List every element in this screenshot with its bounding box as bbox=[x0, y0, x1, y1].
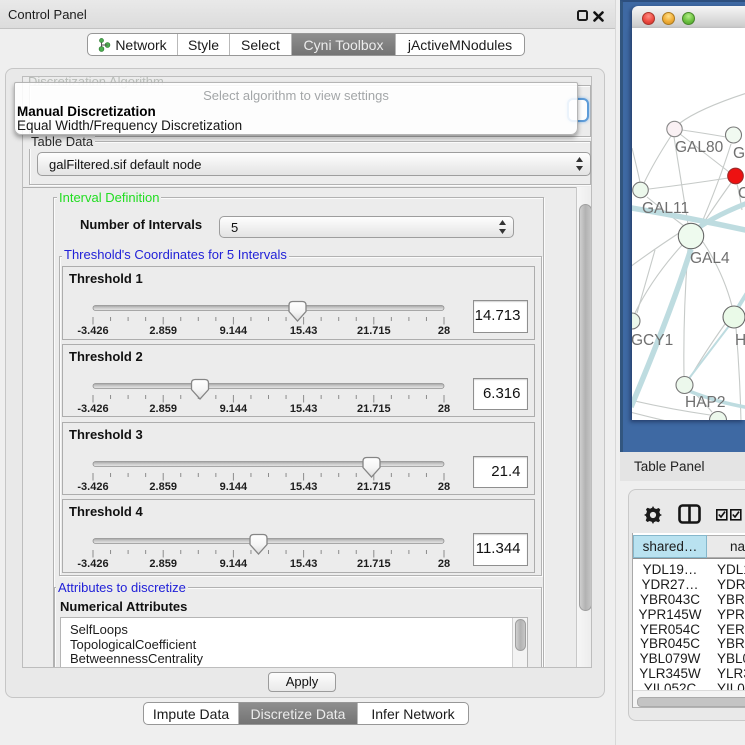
svg-text:-3.426: -3.426 bbox=[77, 403, 108, 415]
svg-text:21.715: 21.715 bbox=[357, 558, 391, 570]
svg-text:28: 28 bbox=[438, 558, 450, 570]
svg-text:9.144: 9.144 bbox=[220, 325, 248, 337]
svg-text:28: 28 bbox=[438, 325, 450, 337]
svg-text:-3.426: -3.426 bbox=[77, 325, 108, 337]
svg-text:H: H bbox=[735, 332, 745, 349]
svg-text:15.43: 15.43 bbox=[290, 558, 318, 570]
svg-text:28: 28 bbox=[438, 403, 450, 415]
svg-text:HAP2: HAP2 bbox=[685, 394, 726, 411]
svg-text:GA: GA bbox=[733, 145, 745, 162]
svg-text:GAL11: GAL11 bbox=[642, 200, 689, 217]
svg-text:9.144: 9.144 bbox=[220, 558, 248, 570]
svg-text:GCY1: GCY1 bbox=[632, 332, 673, 349]
svg-text:2.859: 2.859 bbox=[149, 403, 177, 415]
svg-text:21.715: 21.715 bbox=[357, 325, 391, 337]
svg-text:21.715: 21.715 bbox=[357, 403, 391, 415]
svg-text:28: 28 bbox=[438, 481, 450, 493]
svg-text:-3.426: -3.426 bbox=[77, 558, 108, 570]
svg-text:9.144: 9.144 bbox=[220, 481, 248, 493]
svg-text:9.144: 9.144 bbox=[220, 403, 248, 415]
svg-text:C: C bbox=[738, 185, 745, 202]
svg-text:2.859: 2.859 bbox=[149, 558, 177, 570]
svg-text:GAL80: GAL80 bbox=[675, 139, 724, 156]
svg-text:2.859: 2.859 bbox=[149, 481, 177, 493]
svg-text:15.43: 15.43 bbox=[290, 403, 318, 415]
svg-text:21.715: 21.715 bbox=[357, 481, 391, 493]
svg-text:15.43: 15.43 bbox=[290, 325, 318, 337]
svg-text:-3.426: -3.426 bbox=[77, 481, 108, 493]
svg-text:GAL4: GAL4 bbox=[690, 250, 730, 267]
svg-text:2.859: 2.859 bbox=[149, 325, 177, 337]
svg-text:15.43: 15.43 bbox=[290, 481, 318, 493]
